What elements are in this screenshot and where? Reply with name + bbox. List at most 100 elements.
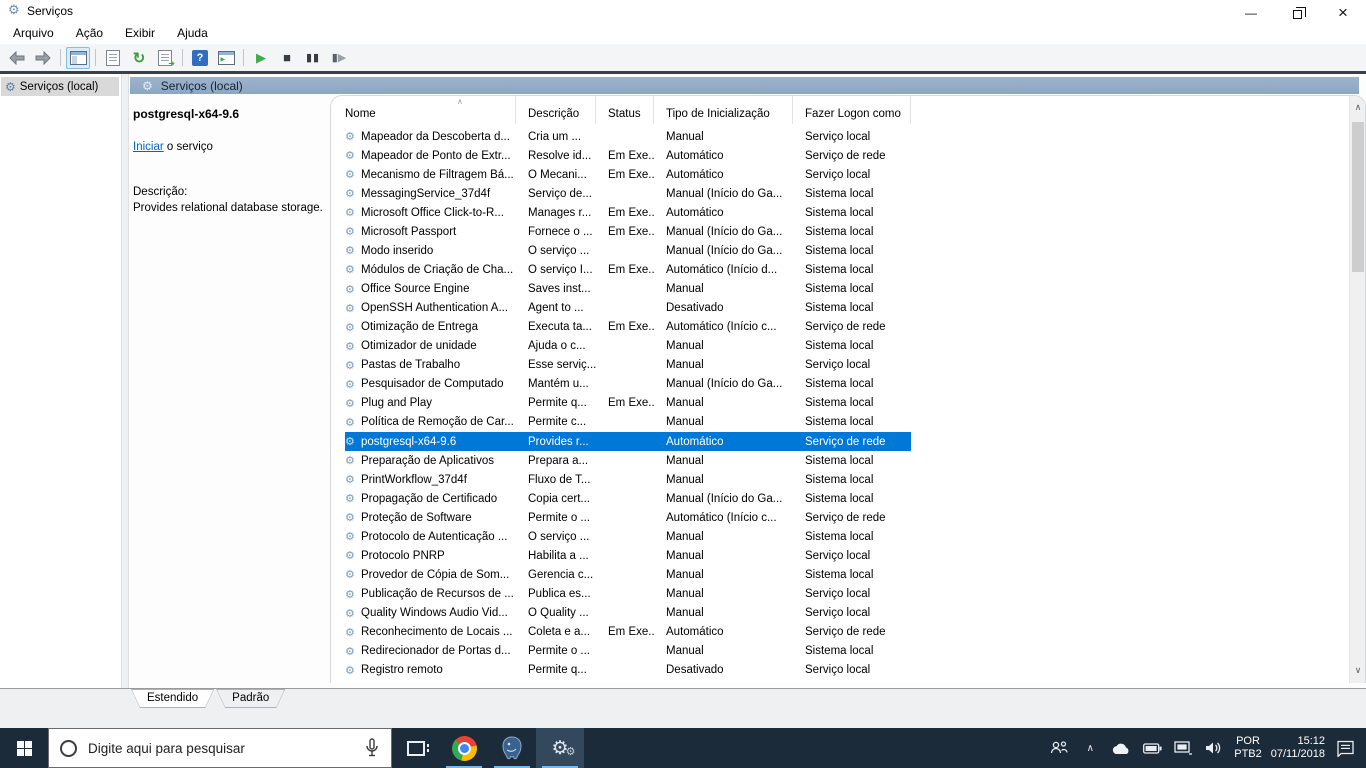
column-header-tipo[interactable]: Tipo de Inicialização: [654, 96, 793, 124]
show-hidden-icons-chevron[interactable]: ∧: [1079, 743, 1101, 754]
vertical-scrollbar[interactable]: ∧ ∨: [1349, 96, 1365, 683]
table-row[interactable]: ⚙ Otimizador de unidade Ajuda o c... Manual…: [331, 337, 1351, 356]
column-header-status[interactable]: Status: [596, 96, 654, 124]
column-header-nome[interactable]: Nome: [345, 96, 516, 124]
table-row[interactable]: ⚙ Plug and Play Permite q... Em Exe... Manua…: [331, 394, 1351, 413]
table-row[interactable]: ⚙ MessagingService_37d4f Serviço de... Manu…: [331, 184, 1351, 203]
extended-view-button[interactable]: ▶: [214, 47, 238, 69]
forward-button[interactable]: [31, 47, 55, 69]
table-row[interactable]: ⚙ Política de Remoção de Car... Permite c.…: [331, 413, 1351, 432]
service-cell: Em Exe...: [608, 168, 654, 181]
network-icon[interactable]: [1172, 741, 1194, 755]
table-row[interactable]: ⚙Roteamento e Acesso Re...Ofe...Desativa…: [331, 680, 1351, 683]
start-button[interactable]: [0, 728, 48, 768]
people-icon[interactable]: [1048, 740, 1070, 756]
scroll-down-icon[interactable]: ∨: [1350, 665, 1365, 676]
table-row[interactable]: ⚙ Mapeador de Ponto de Extr... Resolve id.…: [331, 146, 1351, 165]
table-row[interactable]: ⚙ Microsoft Passport Fornece o ... Em Exe..…: [331, 222, 1351, 241]
service-cell: Serviço local: [805, 359, 871, 372]
tab-estendido[interactable]: Estendido: [131, 689, 214, 708]
table-row[interactable]: ⚙ Registro remoto Permite q... Desativado Se…: [331, 661, 1351, 680]
properties-button[interactable]: [101, 47, 125, 69]
table-row[interactable]: ⚙ Preparação de Aplicativos Prepara a... Ma…: [331, 451, 1351, 470]
table-row[interactable]: ⚙ PrintWorkflow_37d4f Fluxo de T... Manual S…: [331, 470, 1351, 489]
battery-icon[interactable]: [1141, 742, 1163, 754]
column-header-descricao[interactable]: Descrição: [516, 96, 596, 124]
menu-ajuda[interactable]: Ajuda: [166, 24, 219, 42]
volume-icon[interactable]: [1203, 741, 1225, 755]
table-row[interactable]: ⚙ Publicação de Recursos de ... Publica es…: [331, 585, 1351, 604]
service-cell: Sistema local: [805, 225, 874, 238]
task-view-button[interactable]: [392, 728, 440, 768]
service-gear-icon: ⚙: [345, 245, 355, 258]
service-cell: Automático: [666, 168, 724, 181]
service-cell: Fornece o ...: [528, 225, 593, 238]
search-placeholder: Digite aqui para pesquisar: [88, 740, 245, 756]
refresh-button[interactable]: ↻: [127, 47, 151, 69]
table-row[interactable]: ⚙ Proteção de Software Permite o ... Automá…: [331, 508, 1351, 527]
service-cell: Manual (Início do Ga...: [666, 492, 783, 505]
menu-acao[interactable]: Ação: [65, 24, 114, 42]
app-gear-icon: ⚙: [8, 2, 20, 17]
chrome-icon: [451, 735, 477, 761]
tree-item-label: Serviços (local): [19, 80, 99, 93]
tree-item-servicos-local[interactable]: ⚙ Serviços (local): [1, 77, 119, 96]
tab-padrao[interactable]: Padrão: [216, 689, 285, 708]
service-gear-icon: ⚙: [345, 340, 355, 353]
table-row[interactable]: ⚙ Otimização de Entrega Executa ta... Em Ex…: [331, 318, 1351, 337]
scrollbar-thumb[interactable]: [1352, 122, 1364, 272]
taskbar-app-postgresql[interactable]: [488, 728, 536, 768]
service-cell: Coleta e a...: [528, 626, 591, 639]
service-name-cell: ⚙ Otimizador de unidade: [345, 340, 477, 353]
start-service-link[interactable]: Iniciar: [133, 141, 164, 153]
table-row[interactable]: ⚙ Provedor de Cópia de Som... Gerencia c..…: [331, 565, 1351, 584]
taskbar-search[interactable]: Digite aqui para pesquisar: [48, 728, 392, 768]
services-pane: ⚙ Serviços (local) postgresql-x64-9.6 In…: [129, 74, 1366, 688]
service-cell: Serviço local: [805, 168, 871, 181]
taskbar-app-services[interactable]: ⚙ ⚙: [536, 728, 584, 768]
clock[interactable]: 15:12 07/11/2018: [1271, 735, 1325, 761]
stop-service-button[interactable]: ■: [275, 47, 299, 69]
menu-exibir[interactable]: Exibir: [114, 24, 166, 42]
table-row[interactable]: ⚙ Reconhecimento de Locais ... Coleta e a.…: [331, 623, 1351, 642]
service-gear-icon: ⚙: [345, 474, 355, 487]
service-gear-icon: ⚙: [345, 531, 355, 544]
table-row[interactable]: ⚙ Protocolo PNRP Habilita a ... Manual Servi…: [331, 546, 1351, 565]
table-row[interactable]: ⚙ Pesquisador de Computado Mantém u... Manu…: [331, 375, 1351, 394]
show-console-tree-button[interactable]: ▶: [66, 46, 90, 69]
column-header-logon[interactable]: Fazer Logon como: [793, 96, 911, 124]
onedrive-icon[interactable]: [1110, 742, 1132, 755]
action-center-icon[interactable]: [1334, 740, 1356, 757]
start-service-button[interactable]: ▶: [249, 47, 273, 69]
help-button[interactable]: ?: [188, 47, 212, 69]
table-row[interactable]: ⚙ Redirecionador de Portas d... Permite o …: [331, 642, 1351, 661]
language-indicator[interactable]: POR PTB2: [1234, 735, 1262, 761]
window-title: Serviços: [27, 4, 74, 18]
table-row[interactable]: ⚙ Office Source Engine Saves inst... Manual…: [331, 280, 1351, 299]
table-row[interactable]: ⚙ Propagação de Certificado Copia cert... M…: [331, 489, 1351, 508]
service-gear-icon: ⚙: [345, 378, 355, 391]
table-row[interactable]: ⚙ Módulos de Criação de Cha... O serviço I…: [331, 260, 1351, 279]
table-row[interactable]: ⚙ Quality Windows Audio Vid... O Quality .…: [331, 604, 1351, 623]
table-row[interactable]: ⚙ Microsoft Office Click-to-R... Manages r…: [331, 203, 1351, 222]
table-row[interactable]: ⚙ postgresql-x64-9.6 Provides r... Automáti…: [331, 432, 1351, 452]
panel-splitter[interactable]: [121, 74, 129, 688]
pause-service-button[interactable]: ▮▮: [301, 47, 325, 69]
table-row[interactable]: ⚙ Protocolo de Autenticação ... O serviço …: [331, 527, 1351, 546]
back-button[interactable]: [5, 47, 29, 69]
service-cell: Serviço de rede: [805, 511, 886, 524]
service-name-cell: ⚙ postgresql-x64-9.6: [345, 435, 457, 449]
table-row[interactable]: ⚙ Mecanismo de Filtragem Bá... O Mecani...…: [331, 165, 1351, 184]
service-cell: Serviço local: [805, 549, 871, 562]
table-row[interactable]: ⚙ Pastas de Trabalho Esse serviç... Manual S…: [331, 356, 1351, 375]
restart-service-button[interactable]: ▮▶: [327, 47, 351, 69]
export-list-button[interactable]: [153, 47, 177, 69]
table-row[interactable]: ⚙ Mapeador da Descoberta d... Cria um ... M…: [331, 127, 1351, 146]
taskbar-app-chrome[interactable]: [440, 728, 488, 768]
menu-arquivo[interactable]: Arquivo: [2, 24, 65, 42]
service-cell: Serviço de rede: [805, 321, 886, 334]
scroll-up-icon[interactable]: ∧: [1350, 102, 1365, 113]
table-row[interactable]: ⚙ Modo inserido O serviço ... Manual (Iníci…: [331, 241, 1351, 260]
table-row[interactable]: ⚙ OpenSSH Authentication A... Agent to ...…: [331, 299, 1351, 318]
console-tree-icon: ▶: [69, 50, 87, 65]
